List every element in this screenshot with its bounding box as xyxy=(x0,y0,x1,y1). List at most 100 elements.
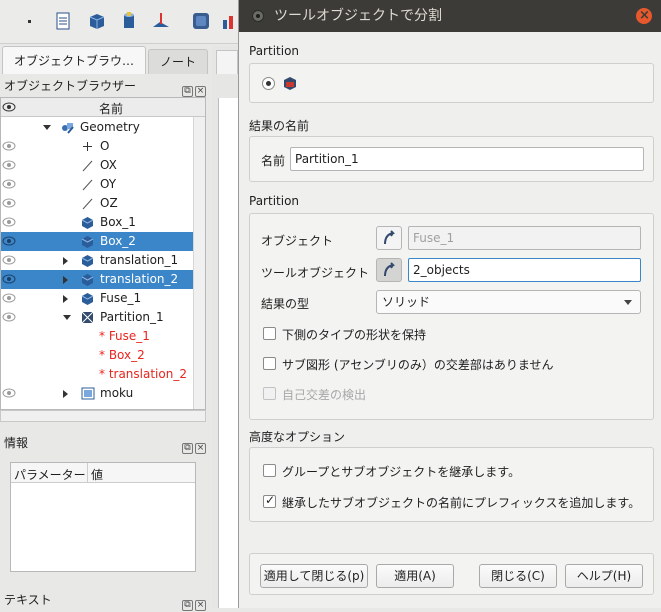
tree-item[interactable]: Box_1 xyxy=(1,213,197,232)
float-icon[interactable]: ⧉ xyxy=(182,443,193,454)
object-browser-tree[interactable]: 名前 Geometry O OX OY OZ Box_1 Box_2 translation_… xyxy=(0,97,206,410)
inherit-checkbox[interactable] xyxy=(263,464,276,477)
tool-objects-input[interactable]: 2_objects xyxy=(408,258,641,282)
objects-select-button[interactable] xyxy=(376,226,402,250)
expand-arrow-icon[interactable] xyxy=(63,257,68,265)
section-result-name: 結果の名前 xyxy=(249,119,310,133)
viewer-tab[interactable] xyxy=(216,50,238,74)
tree-item[interactable]: OY xyxy=(1,175,197,194)
tree-item[interactable]: * Box_2 xyxy=(1,346,197,365)
text-title: テキスト xyxy=(4,593,52,607)
expand-arrow-icon[interactable] xyxy=(43,125,51,130)
name-input[interactable]: Partition_1 xyxy=(290,147,644,171)
help-button[interactable]: ヘルプ(H) xyxy=(565,564,643,588)
apply-close-button[interactable]: 適用して閉じる(p) xyxy=(260,564,368,588)
chart-icon[interactable] xyxy=(220,10,238,32)
tree-scrollbar[interactable] xyxy=(193,117,205,409)
partition-icon xyxy=(81,311,94,324)
eye-icon xyxy=(2,102,16,112)
eye-icon[interactable] xyxy=(2,255,16,265)
tree-item-label: Partition_1 xyxy=(100,310,164,324)
tool-objects-select-button[interactable] xyxy=(376,258,402,282)
tree-item[interactable]: * Fuse_1 xyxy=(1,327,197,346)
no-intersection-label: サブ図形 (アセンブリのみ）の交差部はありません xyxy=(282,358,554,372)
eye-icon[interactable] xyxy=(2,274,16,284)
eye-icon[interactable] xyxy=(2,293,16,303)
keep-shapes-label: 下側のタイプの形状を保持 xyxy=(282,328,427,342)
eye-icon[interactable] xyxy=(2,179,16,189)
tree-item[interactable]: translation_1 xyxy=(1,251,197,270)
close-icon[interactable]: × xyxy=(195,600,206,611)
tree-item-label: OY xyxy=(100,177,117,191)
eye-icon[interactable] xyxy=(2,388,16,398)
object-browser-title-bar: オブジェクトブラウザー ⧉ × xyxy=(0,77,212,97)
tree-item[interactable]: Geometry xyxy=(1,118,197,137)
apply-button[interactable]: 適用(A) xyxy=(376,564,454,588)
eye-icon[interactable] xyxy=(2,198,16,208)
dialog-titlebar: ツールオブジェクトで分割 xyxy=(239,0,661,32)
close-icon[interactable] xyxy=(636,0,652,32)
eye-icon[interactable] xyxy=(2,236,16,246)
toolbar-small-icon[interactable] xyxy=(20,10,42,32)
window-menu-icon[interactable] xyxy=(252,10,264,22)
info-title: 情報 xyxy=(4,436,29,450)
plane-icon[interactable] xyxy=(150,10,172,32)
tree-item-label: * translation_2 xyxy=(99,367,187,381)
viewer-icon[interactable] xyxy=(190,10,212,32)
self-intersection-checkbox[interactable] xyxy=(263,387,276,400)
eye-icon[interactable] xyxy=(2,160,16,170)
tree-item[interactable]: Fuse_1 xyxy=(1,289,197,308)
expand-arrow-icon[interactable] xyxy=(63,315,71,320)
close-icon[interactable]: × xyxy=(195,443,206,454)
tab-object-browser[interactable]: オブジェクトブラウ… xyxy=(2,46,146,74)
eye-icon[interactable] xyxy=(2,217,16,227)
keep-shapes-checkbox[interactable] xyxy=(263,327,276,340)
close-icon[interactable]: × xyxy=(195,86,206,97)
close-button[interactable]: 閉じる(C) xyxy=(479,564,557,588)
tree-item[interactable]: OZ xyxy=(1,194,197,213)
tree-item[interactable]: O xyxy=(1,137,197,156)
partition-options-group: オブジェクト Fuse_1 ツールオブジェクト 2_objects 結果の型 ソ… xyxy=(249,213,654,420)
viewer-canvas[interactable] xyxy=(218,98,238,608)
viewer-area xyxy=(212,46,238,608)
cylinder-icon[interactable] xyxy=(118,10,140,32)
box-icon xyxy=(81,216,94,229)
objects-input[interactable]: Fuse_1 xyxy=(408,226,641,250)
eye-icon[interactable] xyxy=(2,141,16,151)
prefix-checkbox[interactable] xyxy=(263,493,276,508)
result-type-select[interactable]: ソリッド xyxy=(376,290,641,314)
box-icon xyxy=(81,235,94,248)
tree-item[interactable]: * translation_2 xyxy=(1,365,197,384)
main-toolbar xyxy=(0,0,240,44)
tree-item[interactable]: translation_2 xyxy=(1,270,197,289)
tree-item[interactable]: OX xyxy=(1,156,197,175)
tree-item-label: Fuse_1 xyxy=(100,291,142,305)
inherit-label: グループとサブオブジェクトを継承します。 xyxy=(282,465,521,479)
box-icon xyxy=(81,292,94,305)
partition-type-radio[interactable] xyxy=(262,77,275,90)
tree-item-label: O xyxy=(100,139,110,153)
tree-horizontal-scrollbar[interactable] xyxy=(0,410,206,422)
vector-icon xyxy=(81,197,94,210)
expand-arrow-icon[interactable] xyxy=(63,390,68,398)
tab-notes[interactable]: ノート xyxy=(148,49,208,74)
float-icon[interactable]: ⧉ xyxy=(182,600,193,611)
expand-arrow-icon[interactable] xyxy=(63,295,68,303)
tree-item[interactable]: moku xyxy=(1,384,197,403)
float-icon[interactable]: ⧉ xyxy=(182,86,193,97)
tree-item[interactable]: Partition_1 xyxy=(1,308,197,327)
document-icon[interactable] xyxy=(52,10,74,32)
arrow-select-icon xyxy=(384,230,396,245)
tree-item[interactable]: Box_2 xyxy=(1,232,197,251)
tree-item-label: translation_1 xyxy=(100,253,179,267)
partition-dialog: ツールオブジェクトで分割 Partition 結果の名前 名前 Partitio… xyxy=(238,0,661,608)
expand-arrow-icon[interactable] xyxy=(63,276,68,284)
box-icon[interactable] xyxy=(86,10,108,32)
result-name-group: 名前 Partition_1 xyxy=(249,136,654,182)
no-intersection-checkbox[interactable] xyxy=(263,357,276,370)
eye-icon[interactable] xyxy=(2,312,16,322)
result-type-label: 結果の型 xyxy=(261,297,310,311)
tree-item-label: translation_2 xyxy=(100,272,179,286)
tree-item-label: OZ xyxy=(100,196,118,210)
objects-label: オブジェクト xyxy=(261,234,334,248)
